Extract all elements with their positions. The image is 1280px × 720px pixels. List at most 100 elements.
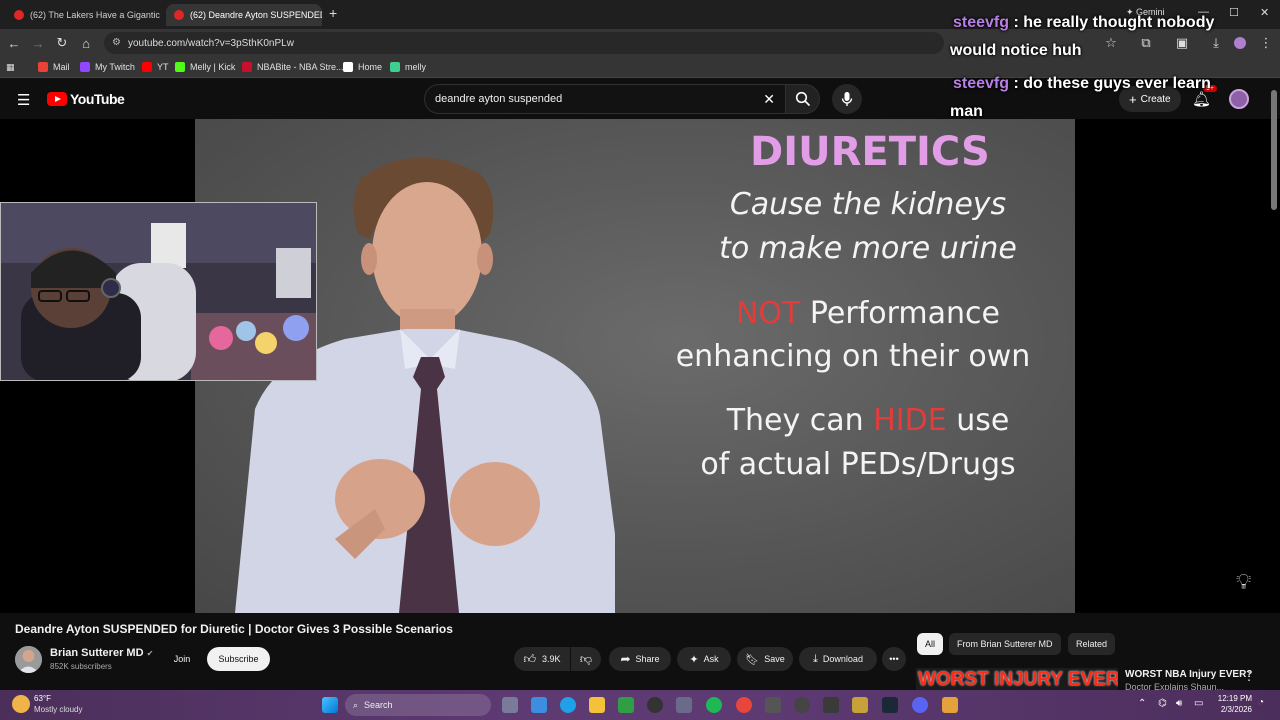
bookmark-star-icon[interactable]: ☆ [1101,33,1121,53]
bookmark-my-twitch[interactable]: My Twitch [80,59,135,75]
dislike-button[interactable]: 👎︎ [571,647,601,671]
download-button[interactable]: ⤓ Download [799,647,877,671]
new-tab-button[interactable]: + [329,5,337,21]
slide-hide-word: HIDE [873,403,947,438]
x-icon [343,62,353,72]
taskbar-search[interactable]: ⌕ Search [345,694,491,716]
obs-icon[interactable] [647,697,663,713]
slide-not-word: NOT [735,296,801,331]
maximize-icon[interactable]: ☐ [1229,6,1239,19]
bookmark-melly[interactable]: melly [390,59,426,75]
verified-check-icon: ✔ [146,649,154,658]
account-avatar[interactable] [1229,89,1249,109]
app-icon-4[interactable] [942,697,958,713]
channel-name[interactable]: Brian Sutterer MD ✔ [50,647,153,659]
bookmark-mail[interactable]: Mail [38,59,70,75]
search-input[interactable]: deandre ayton suspended ✕ [424,84,786,114]
forward-icon[interactable]: → [28,33,48,53]
bookmark-label: Mail [53,62,70,72]
close-window-icon[interactable]: ✕ [1260,6,1269,19]
browser-tab-lakers[interactable]: (62) The Lakers Have a Gigantic ✕ [6,4,162,26]
spotify-icon[interactable] [706,697,722,713]
slide-line-5: They can HIDE use [690,403,1046,438]
bookmark-nbabite[interactable]: NBABite - NBA Stre... [242,59,344,75]
bookmark-yt[interactable]: YT [142,59,169,75]
app-icon-1[interactable] [765,697,781,713]
close-tab-icon[interactable]: ✕ [160,9,162,22]
task-view-icon[interactable] [502,697,518,713]
edge-icon[interactable] [560,697,576,713]
subscribe-button[interactable]: Subscribe [207,647,270,671]
recommended-thumbnail[interactable]: WORST INJURY EVER? [916,668,1118,690]
steam-icon[interactable] [882,697,898,713]
thumbs-down-icon: 👎︎ [579,651,593,666]
chat-message-2-cont: man [950,103,983,120]
chip-all[interactable]: All [917,633,944,655]
channel-avatar[interactable] [15,646,42,673]
more-actions-button[interactable]: ••• [882,647,906,671]
clock-time[interactable]: 12:19 PM [1212,694,1252,703]
hamburger-menu-icon[interactable]: ☰ [17,91,30,109]
nba-icon [242,62,252,72]
bookmark-home[interactable]: Home [343,59,382,75]
voice-search-button[interactable] [832,84,862,114]
split-view-icon[interactable]: ▣ [1172,33,1192,53]
clock-date[interactable]: 2/3/2026 [1212,705,1252,714]
bookmark-melly-kick[interactable]: Melly | Kick [175,59,235,75]
share-button[interactable]: ➦ Share [609,647,671,671]
recommended-video-title[interactable]: WORST NBA Injury EVER? [1125,669,1252,680]
plus-icon: + [1129,91,1137,107]
browser-tab-ayton[interactable]: (62) Deandre Ayton SUSPENDED ✕ [166,4,322,26]
network-icon[interactable]: ⌬ [1158,698,1167,709]
copilot-icon[interactable] [531,697,547,713]
join-button[interactable]: Join [167,647,197,671]
bookmark-icon: 🔖︎ [745,653,760,666]
save-button[interactable]: 🔖︎ Save [737,647,793,671]
xbox-icon[interactable] [618,697,634,713]
like-button[interactable]: 👍︎ 3.9K [514,647,570,671]
profile-icon[interactable] [1230,33,1250,53]
address-bar[interactable]: ⚙ youtube.com/watch?v=3pSthK0nPLw [104,32,944,54]
reload-icon[interactable]: ↻ [52,33,72,53]
apps-grid-icon[interactable]: ▦ [6,59,15,75]
bookmark-label: YT [157,62,169,72]
ask-button[interactable]: ✦ Ask [677,647,731,671]
weather-icon[interactable] [12,695,30,713]
chrome-menu-icon[interactable]: ⋮ [1256,33,1276,53]
file-explorer-icon[interactable] [589,697,605,713]
volume-icon[interactable]: 🔊︎ [1176,698,1182,709]
home-icon[interactable]: ⌂ [76,33,96,53]
app-icon-3[interactable] [852,697,868,713]
subscriber-count: 852K subscribers [50,662,112,671]
back-icon[interactable]: ← [4,33,24,53]
streamer-webcam [0,202,317,381]
app-icon-2[interactable] [823,697,839,713]
chrome-icon[interactable] [736,697,752,713]
save-label: Save [764,654,785,664]
tab-title: (62) Deandre Ayton SUSPENDED [190,10,322,20]
chip-related[interactable]: Related [1068,633,1116,655]
windows-start-icon[interactable] [322,697,338,713]
recommended-more-icon[interactable]: ⋮ [1243,669,1255,683]
discord-icon[interactable] [912,697,928,713]
chip-from-channel[interactable]: From Brian Sutterer MD [949,633,1061,655]
youtube-favicon-icon [174,10,184,20]
site-info-icon[interactable]: ⚙ [112,37,121,48]
slide-line-5-b: use [946,403,1010,438]
slide-heading: DIURETICS [750,129,990,175]
lightbulb-icon[interactable]: 💡︎ [1236,569,1251,595]
bookmark-label: My Twitch [95,62,135,72]
media-player-icon[interactable] [794,697,810,713]
youtube-play-logo-icon [47,92,67,106]
tab-title: (62) The Lakers Have a Gigantic [30,10,160,20]
page-scrollbar[interactable] [1271,90,1277,210]
extensions-icon[interactable]: ⧉ [1136,33,1156,53]
store-icon[interactable] [676,697,692,713]
tray-overflow-icon[interactable]: ⌃ [1138,698,1146,709]
youtube-logo[interactable]: YouTube [47,91,125,107]
notification-center-icon[interactable]: ◔ [1258,697,1264,708]
downloads-icon[interactable]: ⤓ [1206,33,1226,53]
battery-icon[interactable]: ▭ [1194,698,1203,709]
clear-search-icon[interactable]: ✕ [763,91,775,108]
search-button[interactable] [786,84,820,114]
